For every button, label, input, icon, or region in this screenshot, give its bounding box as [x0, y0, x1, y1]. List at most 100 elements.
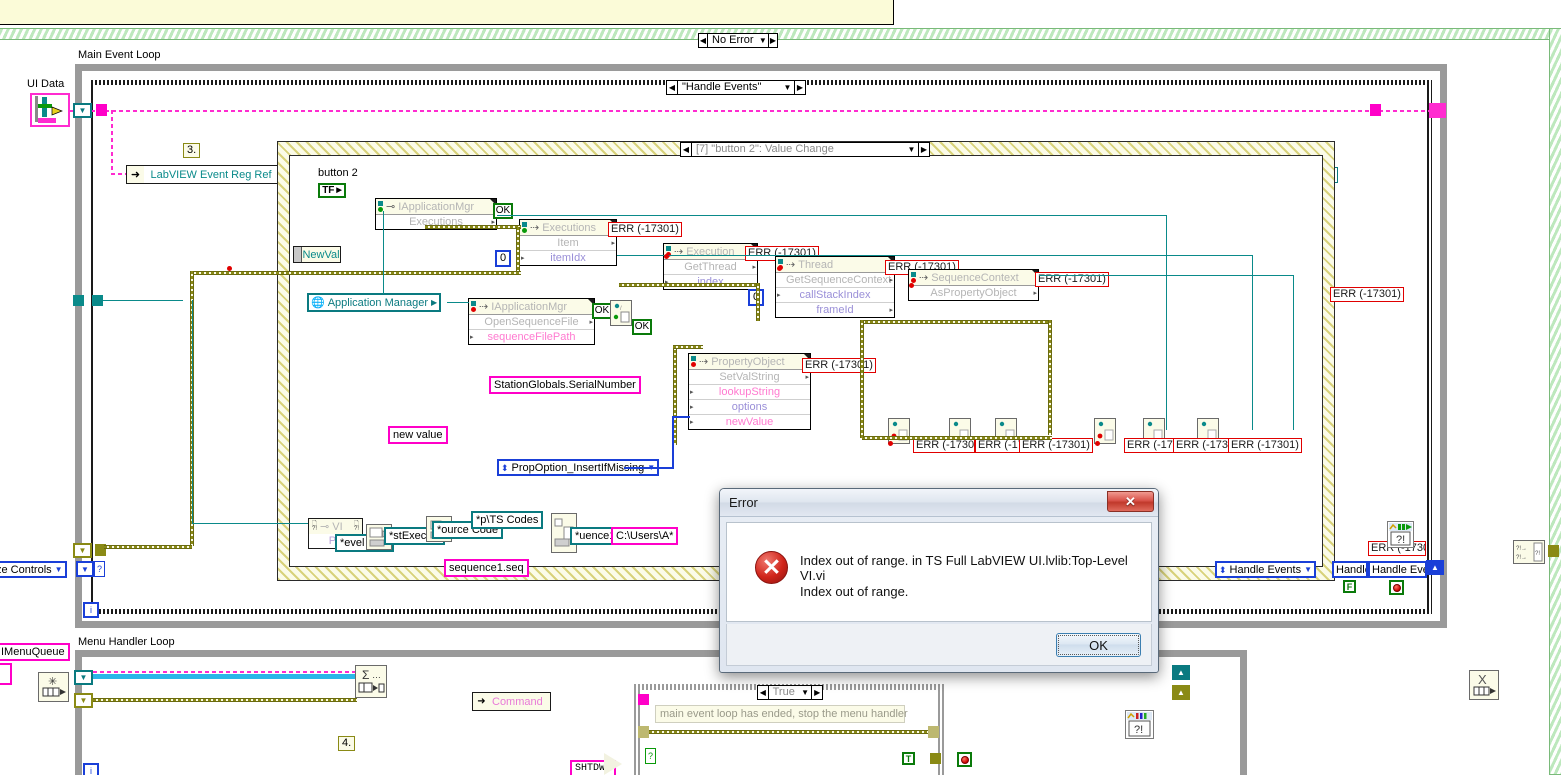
node-iapplicationmgr-opensequencefile[interactable]: ⇢ IApplicationMgr OpenSequenceFile seque… [468, 298, 595, 345]
selector-button2-event[interactable]: ◀ [7] "button 2": Value Change ▼ ▶ [680, 142, 930, 157]
ts-codes-constant[interactable]: *p\TS Codes [471, 511, 544, 529]
selector-right-arrow-icon[interactable]: ▶ [918, 143, 929, 156]
question-terminal-menu[interactable]: ? [645, 748, 656, 764]
ui-data-tunnel[interactable]: ▼ [73, 103, 92, 118]
node-method-row[interactable]: AsPropertyObject [909, 286, 1038, 300]
true-constant-menu[interactable]: T [902, 752, 915, 765]
release-queue-node[interactable]: X [1469, 670, 1499, 700]
close-button[interactable]: ✕ [1107, 491, 1154, 512]
chevron-down-icon[interactable]: ▼ [1304, 563, 1312, 577]
imenuqueue-refnum[interactable] [0, 663, 12, 685]
scroll-tunnel-right[interactable]: ▲ [1426, 560, 1444, 575]
stop-terminal-main[interactable] [1389, 580, 1404, 595]
itemidx-constant[interactable]: 0 [495, 250, 511, 267]
iteration-terminal-main[interactable]: i [83, 602, 99, 618]
simple-error-handler-menu[interactable]: ?! [1125, 710, 1154, 739]
menu-wire-err [93, 698, 357, 702]
dequeue-node[interactable]: Σ … [355, 665, 387, 698]
block-diagram-canvas: ◀ No Error ▼ ▶ Main Event Loop ◀ "Handle… [0, 0, 1561, 775]
error-dialog[interactable]: Error ✕ ✕ Index out of range. in TS Full… [719, 488, 1159, 673]
stop-terminal-menu[interactable] [957, 752, 972, 767]
menu-bool-tunnel[interactable] [930, 753, 941, 764]
chevron-down-icon[interactable]: ▼ [781, 81, 794, 94]
iteration-terminal-menu[interactable]: i [83, 763, 99, 775]
simple-error-handler-icon[interactable]: ?! [1387, 521, 1414, 548]
menu-handler-loop-label: Menu Handler Loop [78, 636, 175, 648]
chevron-down-icon[interactable]: ▼ [905, 143, 918, 156]
menu-tunnel-olive[interactable]: ▼ [74, 693, 93, 708]
chevron-down-icon[interactable]: ▼ [55, 563, 63, 577]
new-value-constant[interactable]: new value [388, 426, 448, 444]
selector-left-arrow-icon[interactable]: ◀ [681, 143, 692, 156]
loop-tunnel-teal-left[interactable] [73, 295, 84, 306]
init-controls-enum[interactable]: ze Controls ▼ [0, 561, 67, 578]
loop-tunnel-pink-far-right[interactable] [1429, 103, 1446, 118]
handle-events-tunnel-label-2[interactable]: Handle Eve [1368, 561, 1427, 578]
menu-case-tunnel-pink[interactable] [638, 694, 649, 705]
selector-menu-true[interactable]: ◀ True ▼ ▶ [757, 685, 823, 700]
selector-no-error[interactable]: ◀ No Error ▼ ▶ [698, 33, 778, 48]
node-param-row[interactable]: itemIdx [520, 251, 616, 265]
handle-events-tunnel-label-1[interactable]: Handle [1332, 561, 1368, 578]
selector-left-arrow-icon[interactable]: ◀ [667, 81, 678, 94]
node-param-row-frameid[interactable]: frameId [776, 303, 894, 317]
menu-tunnel-teal[interactable]: ▼ [74, 670, 93, 685]
ui-data-terminal[interactable] [30, 93, 70, 127]
unbundle-node-right[interactable]: ?!→ ?!→ ?! [1513, 540, 1545, 564]
node-param-lookupstring[interactable]: lookupString [689, 385, 810, 400]
menu-case-tunnel-olive-l[interactable] [638, 726, 649, 738]
ok-button[interactable]: OK [1056, 633, 1141, 657]
enum-tunnel-blue[interactable]: ▼ [76, 561, 94, 577]
selector-left-arrow-icon[interactable]: ◀ [699, 34, 709, 47]
selector-right-arrow-icon[interactable]: ▶ [768, 34, 778, 47]
node-method-row[interactable]: GetThread [664, 260, 757, 275]
chevron-down-icon[interactable]: ▼ [758, 34, 768, 47]
node-thread-getsequencecontext[interactable]: ⇢ Thread GetSequenceContext callStackInd… [775, 256, 895, 318]
unbundle-icon: ?!→ ?!→ ?! [1516, 542, 1543, 562]
node-method-row[interactable]: SetValString [689, 370, 810, 385]
imenuqueue-constant[interactable]: IMenuQueue [0, 643, 70, 661]
menu-case-tunnel-olive-r[interactable] [928, 726, 939, 738]
handle-events-enum[interactable]: ⬍ Handle Events ▼ [1215, 561, 1317, 578]
dialog-titlebar[interactable]: Error ✕ [720, 489, 1158, 517]
node-param-row[interactable]: sequenceFilePath [469, 330, 594, 344]
selector-right-arrow-icon[interactable]: ▶ [794, 81, 805, 94]
menu-comment-text: main event loop has ended, stop the menu… [660, 708, 908, 720]
node-param-options[interactable]: options [689, 400, 810, 415]
node-executions-item[interactable]: ⇢ Executions Item itemIdx [519, 219, 617, 266]
menu-scroll-tunnel-teal[interactable]: ▲ [1172, 665, 1190, 680]
wire-return-2 [1252, 255, 1253, 430]
command-indicator[interactable]: ➜ Command [472, 692, 551, 711]
question-terminal[interactable]: ? [94, 561, 105, 577]
loop-tunnel-pink-right[interactable] [1370, 104, 1381, 116]
obtain-queue-node[interactable]: ✳ [38, 672, 69, 702]
loop-tunnel-pink-left[interactable] [96, 104, 107, 116]
node-propertyobject-setvalstring[interactable]: ⇢ PropertyObject SetValString lookupStri… [688, 353, 811, 430]
sequence-file-constant[interactable]: sequence1.seq [444, 559, 529, 577]
far-right-tunnel[interactable] [1548, 545, 1559, 557]
users-path-constant[interactable]: C:\Users\A* [611, 527, 679, 545]
node-param-row-callstack[interactable]: callStackIndex [776, 288, 894, 303]
false-constant-main[interactable]: F [1343, 580, 1356, 593]
equals-comparison-node[interactable] [604, 753, 622, 775]
node-param-newvalue[interactable]: newValue [689, 415, 810, 429]
event-reg-ref-node[interactable]: ➜ LabVIEW Event Reg Ref [126, 165, 279, 184]
dialog-message-line2: Index out of range. [800, 584, 909, 599]
selector-handle-events[interactable]: ◀ "Handle Events" ▼ ▶ [666, 80, 806, 95]
loop-tunnel-olive-left[interactable]: ▼ [73, 543, 92, 558]
node-method-row[interactable]: Item [520, 236, 616, 251]
node-method-row[interactable]: GetSequenceContext [776, 273, 894, 288]
selector-right-arrow-icon[interactable]: ▶ [811, 686, 822, 699]
node-sequencecontext-aspropertyobject[interactable]: ⇢ SequenceContext AsPropertyObject [908, 269, 1039, 301]
station-globals-constant[interactable]: StationGlobals.SerialNumber [489, 376, 641, 394]
loop-tunnel-teal-left-inner[interactable] [92, 295, 103, 306]
file-close-vi-icon[interactable]: / [610, 300, 632, 326]
application-manager-refnum[interactable]: 🌐 Application Manager ▶ [307, 293, 442, 312]
node-method-row[interactable]: OpenSequenceFile [469, 315, 594, 330]
chevron-down-icon[interactable]: ▼ [799, 686, 812, 699]
close-ref-node-a[interactable] [888, 418, 910, 444]
button2-terminal[interactable]: TF ▶ [318, 183, 346, 198]
menu-scroll-tunnel-olive[interactable]: ▲ [1172, 685, 1190, 700]
newval-terminal[interactable]: NewVal [293, 246, 341, 263]
selector-left-arrow-icon[interactable]: ◀ [758, 686, 769, 699]
